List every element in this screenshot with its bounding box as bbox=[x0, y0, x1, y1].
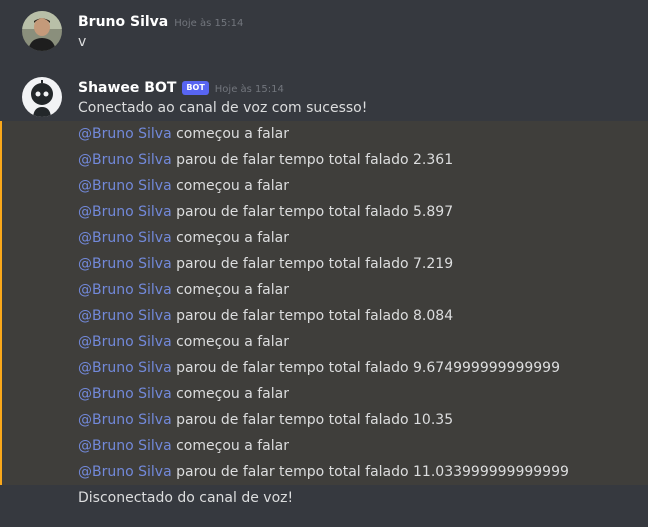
avatar-bot[interactable] bbox=[22, 77, 62, 117]
timestamp[interactable]: Hoje às 15:14 bbox=[174, 18, 243, 29]
user-mention[interactable]: @Bruno Silva bbox=[78, 152, 172, 168]
message-text: Disconectado do canal de voz! bbox=[78, 490, 294, 506]
user-mention[interactable]: @Bruno Silva bbox=[78, 438, 172, 454]
user-mention[interactable]: @Bruno Silva bbox=[78, 412, 172, 428]
user-mention[interactable]: @Bruno Silva bbox=[78, 464, 172, 480]
log-line: @Bruno Silva começou a falar bbox=[78, 126, 289, 142]
user-mention[interactable]: @Bruno Silva bbox=[78, 178, 172, 194]
timestamp[interactable]: Hoje às 15:14 bbox=[215, 84, 284, 95]
log-line: @Bruno Silva começou a falar bbox=[78, 178, 289, 194]
log-line: @Bruno Silva parou de falar tempo total … bbox=[78, 204, 454, 220]
avatar-bruno[interactable] bbox=[22, 11, 62, 51]
bot-tag: BOT bbox=[182, 81, 209, 95]
user-mention[interactable]: @Bruno Silva bbox=[78, 386, 172, 402]
log-line: @Bruno Silva parou de falar tempo total … bbox=[78, 152, 454, 168]
log-line: @Bruno Silva parou de falar tempo total … bbox=[78, 412, 454, 428]
log-line: @Bruno Silva parou de falar tempo total … bbox=[78, 360, 560, 376]
user-mention[interactable]: @Bruno Silva bbox=[78, 282, 172, 298]
log-line: @Bruno Silva começou a falar bbox=[78, 438, 289, 454]
message-text: Conectado ao canal de voz com sucesso! bbox=[78, 100, 368, 116]
username[interactable]: Shawee BOT bbox=[78, 80, 176, 96]
robot-avatar-icon bbox=[22, 77, 62, 117]
log-line: @Bruno Silva parou de falar tempo total … bbox=[78, 308, 454, 324]
mention-highlight bbox=[0, 121, 648, 485]
user-mention[interactable]: @Bruno Silva bbox=[78, 256, 172, 272]
log-line: @Bruno Silva começou a falar bbox=[78, 230, 289, 246]
user-mention[interactable]: @Bruno Silva bbox=[78, 204, 172, 220]
user-mention[interactable]: @Bruno Silva bbox=[78, 230, 172, 246]
log-line: @Bruno Silva começou a falar bbox=[78, 282, 289, 298]
user-mention[interactable]: @Bruno Silva bbox=[78, 334, 172, 350]
user-mention[interactable]: @Bruno Silva bbox=[78, 126, 172, 142]
log-line: @Bruno Silva começou a falar bbox=[78, 334, 289, 350]
user-mention[interactable]: @Bruno Silva bbox=[78, 308, 172, 324]
user-mention[interactable]: @Bruno Silva bbox=[78, 360, 172, 376]
username[interactable]: Bruno Silva bbox=[78, 14, 168, 30]
message-text: v bbox=[78, 34, 87, 50]
log-line: @Bruno Silva parou de falar tempo total … bbox=[78, 256, 454, 272]
user-avatar-icon bbox=[22, 11, 62, 51]
message-header: Shawee BOT BOT Hoje às 15:14 bbox=[78, 77, 284, 96]
message-header: Bruno Silva Hoje às 15:14 bbox=[78, 11, 243, 30]
log-line: @Bruno Silva começou a falar bbox=[78, 386, 289, 402]
log-line: @Bruno Silva parou de falar tempo total … bbox=[78, 464, 569, 480]
